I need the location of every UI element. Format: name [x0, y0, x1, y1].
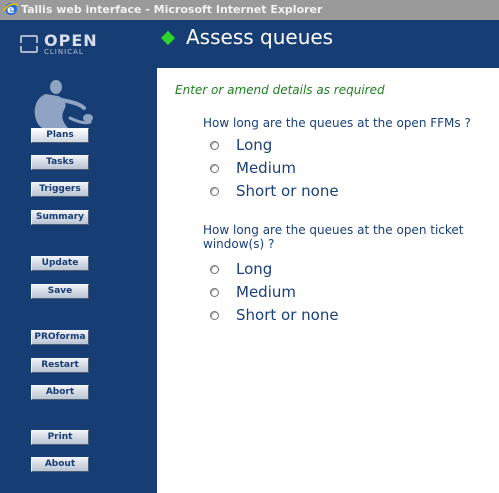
green-diamond-icon — [160, 30, 176, 46]
tasks-button[interactable]: Tasks — [31, 155, 89, 170]
radio-button[interactable] — [210, 141, 219, 150]
question-ffm-queues: How long are the queues at the open FFMs… — [203, 116, 471, 130]
radio-button[interactable] — [210, 288, 219, 297]
instructions-text: Enter or amend details as required — [175, 83, 385, 97]
window-title: Tallis web interface - Microsoft Interne… — [21, 3, 323, 16]
triggers-button[interactable]: Triggers — [31, 182, 89, 197]
abort-button[interactable]: Abort — [31, 385, 89, 400]
logo-mark — [20, 35, 38, 53]
option-label: Long — [236, 136, 273, 154]
about-button[interactable]: About — [31, 457, 89, 472]
plans-button[interactable]: Plans — [31, 128, 89, 143]
summary-button[interactable]: Summary — [31, 210, 89, 225]
option-label: Short or none — [236, 306, 339, 324]
radio-button[interactable] — [210, 265, 219, 274]
page-header: Assess queues — [157, 20, 499, 68]
option-label: Short or none — [236, 182, 339, 200]
restart-button[interactable]: Restart — [31, 358, 89, 373]
page-title: Assess queues — [186, 25, 334, 49]
update-button[interactable]: Update — [31, 256, 89, 271]
option-label: Long — [236, 260, 273, 278]
proforma-button[interactable]: PROforma — [31, 330, 89, 345]
save-button[interactable]: Save — [31, 284, 89, 299]
option-label: Medium — [236, 283, 296, 301]
window-titlebar: e Tallis web interface - Microsoft Inter… — [0, 0, 499, 20]
radio-button[interactable] — [210, 187, 219, 196]
logo-text-clinical: CLINICAL — [44, 48, 84, 56]
radio-button[interactable] — [210, 164, 219, 173]
option-label: Medium — [236, 159, 296, 177]
sidebar: OPEN CLINICAL Plans Tasks Triggers Summa… — [0, 20, 157, 493]
radio-button[interactable] — [210, 311, 219, 320]
print-button[interactable]: Print — [31, 430, 89, 445]
question-ticket-window-queues: How long are the queues at the open tick… — [203, 223, 464, 251]
open-clinical-logo: OPEN CLINICAL — [20, 31, 110, 59]
internet-explorer-icon: e — [3, 3, 19, 16]
